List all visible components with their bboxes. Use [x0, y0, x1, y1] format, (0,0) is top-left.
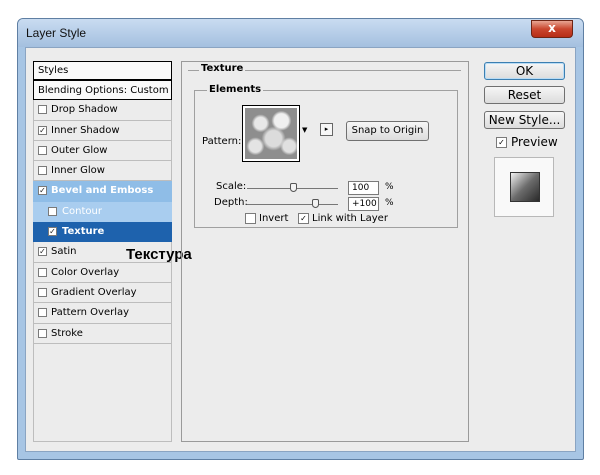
- satin-checkbox[interactable]: ✓: [38, 247, 47, 257]
- contour-checkbox[interactable]: [48, 206, 57, 216]
- style-item-label: Bevel and Emboss: [51, 185, 154, 197]
- style-item-stroke[interactable]: Stroke: [33, 323, 172, 344]
- style-item-outer-glow[interactable]: Outer Glow: [33, 140, 172, 162]
- link-with-layer-label: Link with Layer: [312, 213, 388, 224]
- inner-glow-checkbox[interactable]: [38, 166, 47, 176]
- pattern-picker[interactable]: [242, 105, 300, 162]
- blending-options-item[interactable]: Blending Options: Custom: [33, 80, 172, 101]
- style-item-label: Pattern Overlay: [51, 307, 130, 319]
- new-style-button[interactable]: New Style...: [484, 111, 565, 129]
- style-item-pattern-overlay[interactable]: Pattern Overlay: [33, 303, 172, 324]
- elements-group: Elements Pattern: ▼ ▸ Snap to Origin Sca…: [194, 84, 458, 228]
- style-item-inner-shadow[interactable]: ✓ Inner Shadow: [33, 120, 172, 141]
- dialog-client-area: Styles Blending Options: Custom Drop Sha…: [25, 47, 576, 452]
- outer-glow-checkbox[interactable]: [38, 145, 47, 155]
- style-item-label: Texture: [62, 226, 105, 238]
- depth-input[interactable]: +100: [348, 197, 379, 211]
- close-icon: x: [548, 21, 556, 35]
- close-button[interactable]: x: [531, 20, 573, 38]
- snap-to-origin-button[interactable]: Snap to Origin: [346, 121, 429, 141]
- scale-percent: %: [385, 182, 394, 192]
- style-list-empty-area: [33, 343, 172, 442]
- scale-label: Scale:: [216, 181, 247, 192]
- style-item-gradient-overlay[interactable]: Gradient Overlay: [33, 282, 172, 304]
- preview-swatch: [510, 172, 540, 202]
- drop-shadow-checkbox[interactable]: [38, 105, 47, 115]
- preview-label: Preview: [511, 135, 558, 149]
- chevron-down-icon[interactable]: ▼: [302, 126, 307, 134]
- reset-button[interactable]: Reset: [484, 86, 565, 104]
- color-overlay-checkbox[interactable]: [38, 267, 47, 277]
- style-item-label: Stroke: [51, 327, 83, 339]
- preview-checkbox[interactable]: ✓: [496, 137, 507, 148]
- scale-slider-thumb[interactable]: [289, 183, 297, 192]
- style-item-texture[interactable]: ✓ Texture: [33, 222, 172, 243]
- elements-section-title: Elements: [207, 84, 264, 95]
- style-item-label: Contour: [62, 205, 102, 217]
- depth-slider-thumb[interactable]: [312, 199, 320, 208]
- new-preset-icon[interactable]: ▸: [320, 123, 333, 136]
- depth-label: Depth:: [214, 197, 248, 208]
- link-with-layer-checkbox[interactable]: ✓: [298, 213, 309, 224]
- title-bar[interactable]: Layer Style x: [18, 19, 583, 47]
- style-item-color-overlay[interactable]: Color Overlay: [33, 262, 172, 283]
- style-item-label: Inner Shadow: [51, 124, 120, 136]
- style-item-contour[interactable]: Contour: [33, 201, 172, 223]
- ok-button[interactable]: OK: [484, 62, 565, 80]
- texture-panel: Texture Elements Pattern: ▼ ▸ Snap to Or…: [181, 61, 469, 442]
- style-item-bevel-and-emboss[interactable]: ✓ Bevel and Emboss: [33, 181, 172, 202]
- layer-style-window: Layer Style x Styles Blending Options: C…: [17, 18, 584, 460]
- style-item-drop-shadow[interactable]: Drop Shadow: [33, 100, 172, 121]
- invert-label: Invert: [259, 213, 289, 224]
- depth-slider-track[interactable]: [247, 204, 338, 205]
- texture-section-title: Texture: [199, 63, 246, 74]
- style-item-label: Inner Glow: [51, 165, 105, 177]
- style-item-inner-glow[interactable]: Inner Glow: [33, 161, 172, 182]
- styles-header[interactable]: Styles: [33, 61, 172, 80]
- style-item-label: Gradient Overlay: [51, 286, 137, 298]
- style-item-label: Drop Shadow: [51, 104, 118, 116]
- style-item-label: Color Overlay: [51, 266, 120, 278]
- texture-checkbox[interactable]: ✓: [48, 227, 57, 237]
- bevel-and-emboss-checkbox[interactable]: ✓: [38, 186, 47, 196]
- window-title: Layer Style: [26, 26, 87, 40]
- style-item-label: Outer Glow: [51, 144, 108, 156]
- gradient-overlay-checkbox[interactable]: [38, 287, 47, 297]
- bubbles-pattern-icon: [245, 108, 297, 159]
- style-item-label: Satin: [51, 246, 77, 258]
- invert-checkbox[interactable]: [245, 213, 256, 224]
- pattern-label: Pattern:: [202, 136, 242, 147]
- scale-input[interactable]: 100: [348, 181, 379, 195]
- depth-percent: %: [385, 198, 394, 208]
- stroke-checkbox[interactable]: [38, 328, 47, 338]
- inner-shadow-checkbox[interactable]: ✓: [38, 125, 47, 135]
- style-preview: [494, 157, 554, 217]
- pattern-overlay-checkbox[interactable]: [38, 308, 47, 318]
